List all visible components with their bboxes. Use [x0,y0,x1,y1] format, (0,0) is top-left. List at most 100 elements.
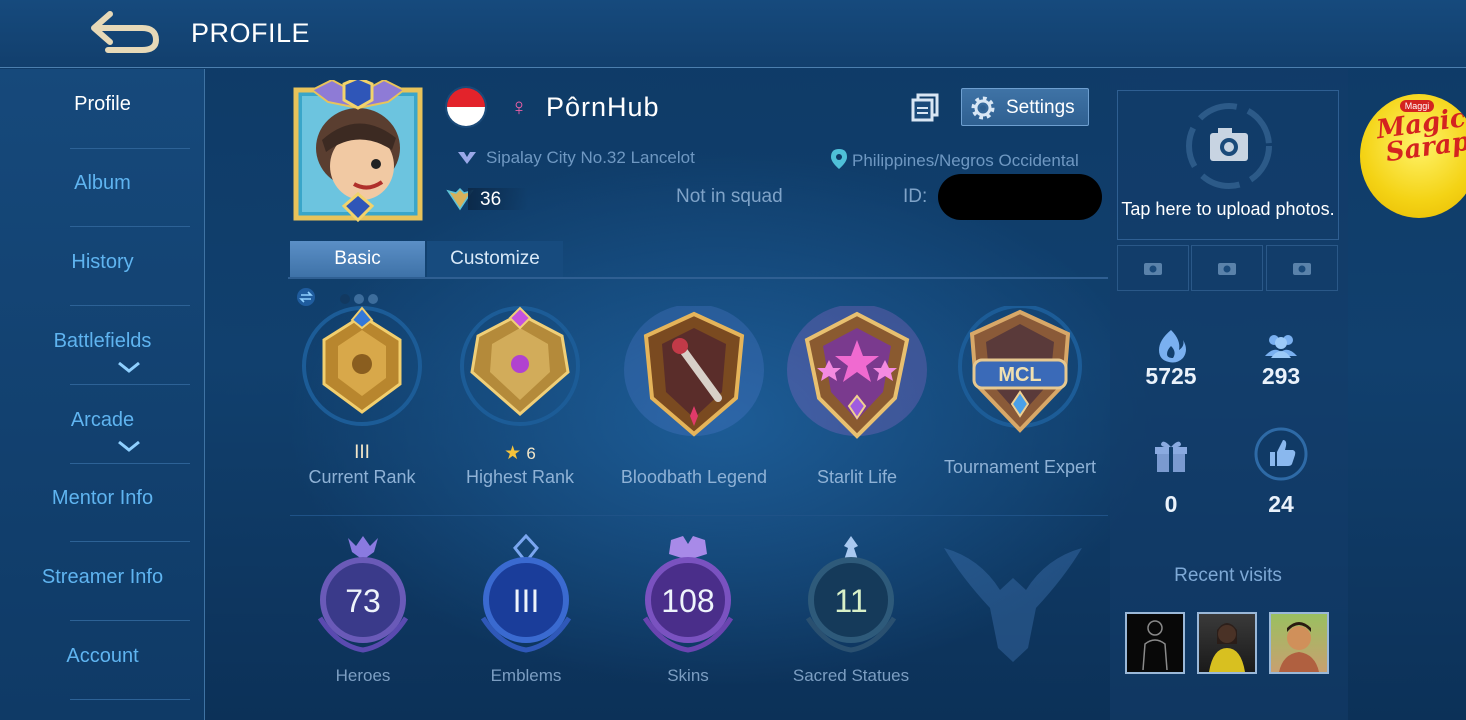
copy-button[interactable] [910,92,940,122]
likes-count: 24 [1268,491,1294,517]
bloodbath-legend-card[interactable]: Bloodbath Legend [614,306,774,506]
heroes-stat[interactable]: 73 Heroes [298,534,428,694]
player-title: Sipalay City No.32 Lancelot [456,148,695,168]
settings-button[interactable]: Settings [961,88,1089,126]
back-arrow-icon [91,11,160,53]
sidebar-item-profile[interactable]: Profile [0,93,205,116]
recent-visitor-avatar[interactable] [1269,612,1329,674]
sidebar-item-arcade[interactable]: Arcade [0,409,205,432]
gifts-count: 0 [1164,491,1178,517]
sidebar-item-account[interactable]: Account [0,645,205,668]
emblems-label: Emblems [490,666,562,685]
emblems-stat[interactable]: III Emblems [461,534,591,694]
skins-count: 108 [661,583,715,619]
tab-customize[interactable]: Customize [427,241,563,277]
divider [70,384,190,385]
sidebar-item-history[interactable]: History [0,251,205,274]
magic-sarap-ad-button[interactable]: Maggi Magic Sarap [1360,94,1466,218]
country-flag-icon [447,88,485,126]
redacted-id [938,174,1102,220]
popularity-stat: 5725 [1121,326,1221,396]
settings-label: Settings [1006,97,1075,118]
sidebar-item-mentor-info[interactable]: Mentor Info [0,487,205,510]
visitor-silhouette-icon [1142,620,1168,671]
starlit-life-card[interactable]: Starlit Life [777,306,937,506]
sidebar: Profile Album History Battlefields Arcad… [0,69,205,720]
rank-emblem-icon [460,306,580,426]
rank-emblem-icon [302,306,422,426]
fire-icon [1159,330,1186,363]
locked-angel-icon [944,548,1082,662]
chevron-down-icon[interactable] [116,440,142,452]
followers-stat[interactable]: 293 [1231,326,1331,396]
upload-photo-area[interactable]: Tap here to upload photos. [1117,90,1339,240]
sacred-statues-stat[interactable]: 11 Sacred Statues [786,534,916,694]
starlit-life-label: Starlit Life [816,467,898,487]
visitor-photo-icon [1279,622,1319,672]
sidebar-item-album[interactable]: Album [0,172,205,195]
copy-icon [911,93,939,122]
current-rank-label: Current Rank [308,467,416,487]
sidebar-item-battlefields[interactable]: Battlefields [0,330,205,353]
player-level: 36 [480,189,502,210]
current-rank-tier: III [354,442,370,463]
sacred-statues-label: Sacred Statues [792,666,910,685]
divider [70,148,190,149]
heroes-label: Heroes [335,666,391,685]
highest-rank-stars: ★ 6 [440,442,600,465]
divider [70,699,190,700]
player-id-label: ID: [903,186,928,207]
camera-icon [1144,263,1162,275]
tournament-expert-label: Tournament Expert [943,457,1097,477]
star-icon: ★ [504,443,522,464]
camera-icon [1293,263,1311,275]
squad-status: Not in squad [676,186,783,207]
highest-rank-label: Highest Rank [465,467,575,487]
current-rank-card[interactable]: III Current Rank [282,306,442,506]
tab-divider [288,277,1108,279]
recent-visits-title: Recent visits [1174,565,1282,586]
mcl-emblem-text: MCL [998,364,1041,386]
bloodbath-legend-label: Bloodbath Legend [620,467,768,487]
bloodbath-legend-emblem-icon [624,306,764,437]
recent-visitor-avatar[interactable] [1197,612,1257,674]
followers-count: 293 [1261,363,1301,389]
tournament-expert-emblem-icon: MCL [958,306,1082,433]
player-avatar[interactable] [292,76,424,224]
back-button[interactable] [86,8,164,58]
title-badge-icon [458,152,476,164]
photo-slot[interactable] [1117,245,1189,291]
sidebar-item-streamer-info[interactable]: Streamer Info [0,566,205,589]
top-bar: PROFILE [0,0,1466,68]
photo-slot[interactable] [1266,245,1338,291]
gifts-stat[interactable]: 0 [1121,436,1221,517]
highest-rank-card[interactable]: ★ 6 Highest Rank [440,306,600,506]
tournament-expert-card[interactable]: MCL Tournament Expert [940,306,1100,506]
likes-stat[interactable]: 24 [1231,426,1331,517]
tab-basic[interactable]: Basic [290,241,425,277]
player-location-text: Philippines/Negros Occidental [852,151,1079,170]
swap-icon[interactable] [296,288,316,306]
camera-icon [1186,103,1272,189]
divider [70,541,190,542]
emblems-level: III [512,583,540,619]
followers-icon [1265,335,1297,358]
ad-logo-text: Magic Sarap [1374,103,1466,169]
gift-icon [1155,441,1187,472]
player-name: PôrnHub [546,92,660,122]
skins-stat[interactable]: 108 Skins [623,534,753,694]
chevron-down-icon[interactable] [116,361,142,373]
player-location: Philippines/Negros Occidental [830,148,1079,171]
photo-slot[interactable] [1191,245,1263,291]
sacred-statues-count: 11 [834,583,868,619]
heroes-count: 73 [345,583,381,619]
skins-label: Skins [667,666,709,685]
popularity-count: 5725 [1145,363,1197,389]
visitor-photo-icon [1209,623,1245,672]
recent-visitor-avatar[interactable] [1125,612,1185,674]
gear-icon [971,96,995,120]
camera-icon [1218,263,1236,275]
divider [70,226,190,227]
page-title: PROFILE [191,18,311,48]
starlit-life-emblem-icon [787,306,927,439]
